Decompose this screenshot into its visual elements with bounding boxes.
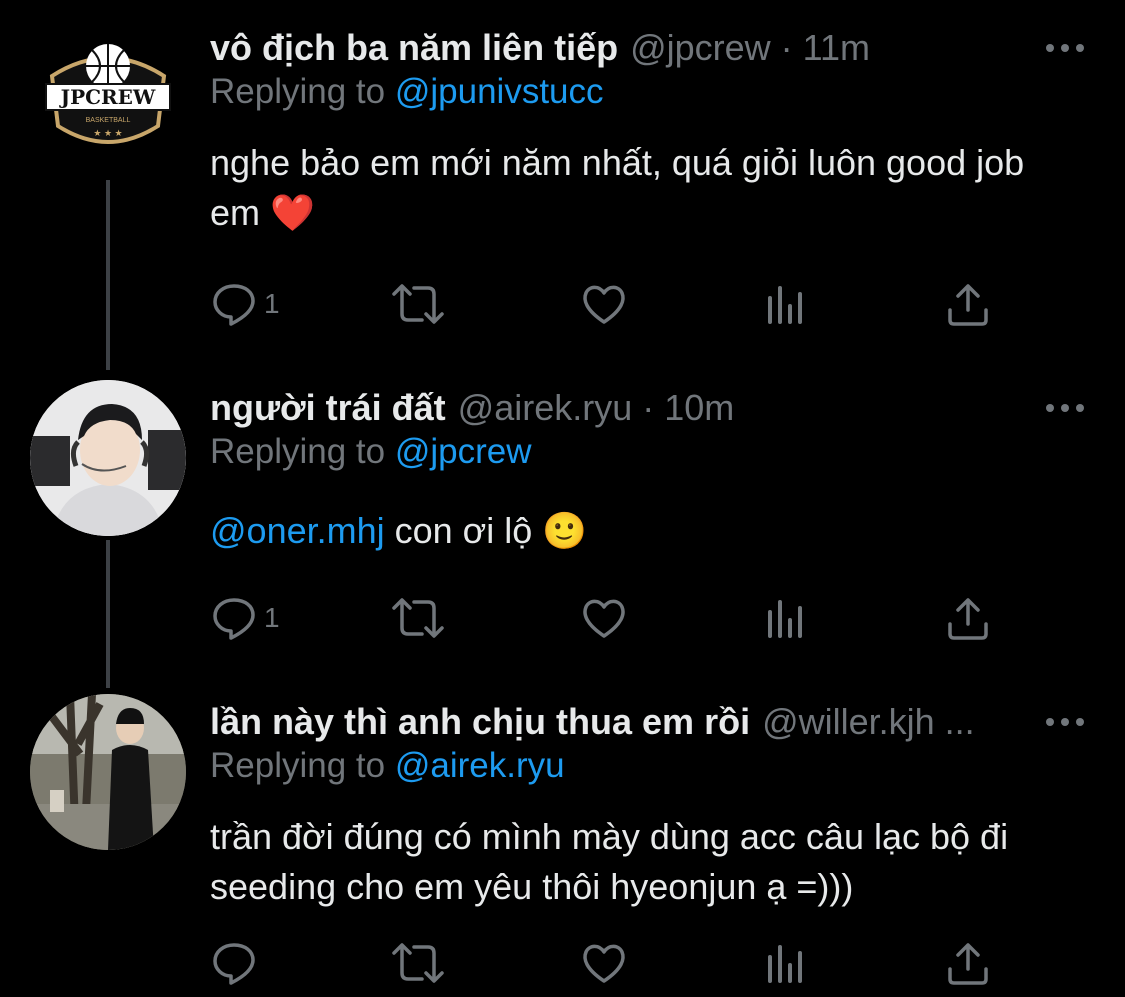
- reply-button[interactable]: 1: [210, 276, 280, 332]
- profile-photo: [30, 380, 186, 536]
- views-icon: [768, 286, 802, 324]
- body-text: con ơi lộ 🙂: [394, 510, 588, 551]
- tweet-header: người trái đất @airek.ryu · 10m: [210, 378, 1089, 438]
- share-button[interactable]: [944, 590, 992, 646]
- action-bar: 1: [210, 276, 1000, 332]
- retweet-button[interactable]: [390, 276, 446, 332]
- tweet-header: lần này thì anh chịu thua em rồi @willer…: [210, 692, 1089, 752]
- retweet-icon: [392, 943, 444, 983]
- heart-icon: [583, 944, 625, 983]
- retweet-button[interactable]: [390, 590, 446, 646]
- reply-button[interactable]: 1: [210, 590, 280, 646]
- reply-count: 1: [264, 288, 280, 319]
- replying-mention[interactable]: @jpunivstucc: [395, 72, 604, 111]
- avatar[interactable]: [30, 380, 186, 536]
- avatar[interactable]: JPCREW BASKETBALL ★ ★ ★: [30, 18, 186, 174]
- share-button[interactable]: [944, 935, 992, 991]
- display-name[interactable]: lần này thì anh chịu thua em rồi: [210, 701, 750, 743]
- share-icon: [948, 598, 988, 640]
- views-icon: [768, 600, 802, 638]
- tweet-header: vô địch ba năm liên tiếp @jpcrew · 11m: [210, 18, 1089, 78]
- more-horizontal-icon[interactable]: [1041, 378, 1089, 438]
- replying-mention[interactable]: @airek.ryu: [395, 746, 565, 785]
- retweet-icon: [392, 284, 444, 324]
- replying-to: Replying to @airek.ryu: [210, 746, 565, 786]
- share-icon: [948, 943, 988, 985]
- views-button[interactable]: [766, 935, 806, 991]
- retweet-icon: [392, 598, 444, 638]
- heart-icon: [583, 285, 625, 324]
- body-mention[interactable]: @oner.mhj: [210, 510, 385, 551]
- logo-subtext: BASKETBALL: [86, 117, 131, 124]
- user-handle[interactable]: @airek.ryu: [458, 387, 633, 429]
- user-handle[interactable]: @jpcrew: [630, 27, 771, 69]
- replying-label: Replying to: [210, 432, 386, 471]
- action-bar: [210, 935, 1000, 991]
- more-horizontal-icon[interactable]: [1041, 692, 1089, 752]
- profile-photo: [30, 694, 186, 850]
- tweet-text: trần đời đúng có mình mày dùng acc câu l…: [210, 816, 1009, 907]
- reply-count: 1: [264, 602, 280, 633]
- views-button[interactable]: [766, 590, 806, 646]
- separator-dot: ·: [780, 27, 793, 68]
- tweet-text: @oner.mhj con ơi lộ 🙂: [210, 506, 1070, 556]
- replying-to: Replying to @jpcrew: [210, 432, 532, 472]
- user-handle[interactable]: @willer.kjh ...: [762, 701, 975, 743]
- replying-label: Replying to: [210, 746, 386, 785]
- tweet-item[interactable]: người trái đất @airek.ryu · 10m Replying…: [0, 378, 1125, 678]
- retweet-button[interactable]: [390, 935, 446, 991]
- avatar[interactable]: [30, 694, 186, 850]
- separator-dot: ·: [642, 387, 655, 428]
- like-button[interactable]: [580, 276, 628, 332]
- display-name[interactable]: người trái đất: [210, 387, 446, 429]
- reply-icon: [213, 598, 255, 640]
- replying-label: Replying to: [210, 72, 386, 111]
- like-button[interactable]: [580, 590, 628, 646]
- jpcrew-logo-icon: JPCREW BASKETBALL ★ ★ ★: [45, 44, 171, 144]
- replying-mention[interactable]: @jpcrew: [395, 432, 532, 471]
- reply-icon: [213, 943, 255, 985]
- like-button[interactable]: [580, 935, 628, 991]
- tweet-item[interactable]: JPCREW BASKETBALL ★ ★ ★ vô địch ba năm l…: [0, 18, 1125, 348]
- action-bar: 1: [210, 590, 1000, 646]
- timestamp[interactable]: 10m: [664, 387, 734, 429]
- reply-button[interactable]: [210, 935, 264, 991]
- views-icon: [768, 945, 802, 983]
- svg-text:★ ★ ★: ★ ★ ★: [93, 128, 122, 138]
- display-name[interactable]: vô địch ba năm liên tiếp: [210, 27, 618, 69]
- replying-to: Replying to @jpunivstucc: [210, 72, 604, 112]
- tweet-item[interactable]: lần này thì anh chịu thua em rồi @willer…: [0, 692, 1125, 997]
- share-button[interactable]: [944, 276, 992, 332]
- share-icon: [948, 284, 988, 326]
- heart-icon: [583, 599, 625, 638]
- timestamp[interactable]: 11m: [803, 27, 870, 69]
- logo-text: JPCREW: [59, 85, 156, 109]
- tweet-text: nghe bảo em mới năm nhất, quá giỏi luôn …: [210, 142, 1025, 233]
- more-horizontal-icon[interactable]: [1041, 18, 1089, 78]
- views-button[interactable]: [766, 276, 806, 332]
- reply-icon: [213, 284, 255, 326]
